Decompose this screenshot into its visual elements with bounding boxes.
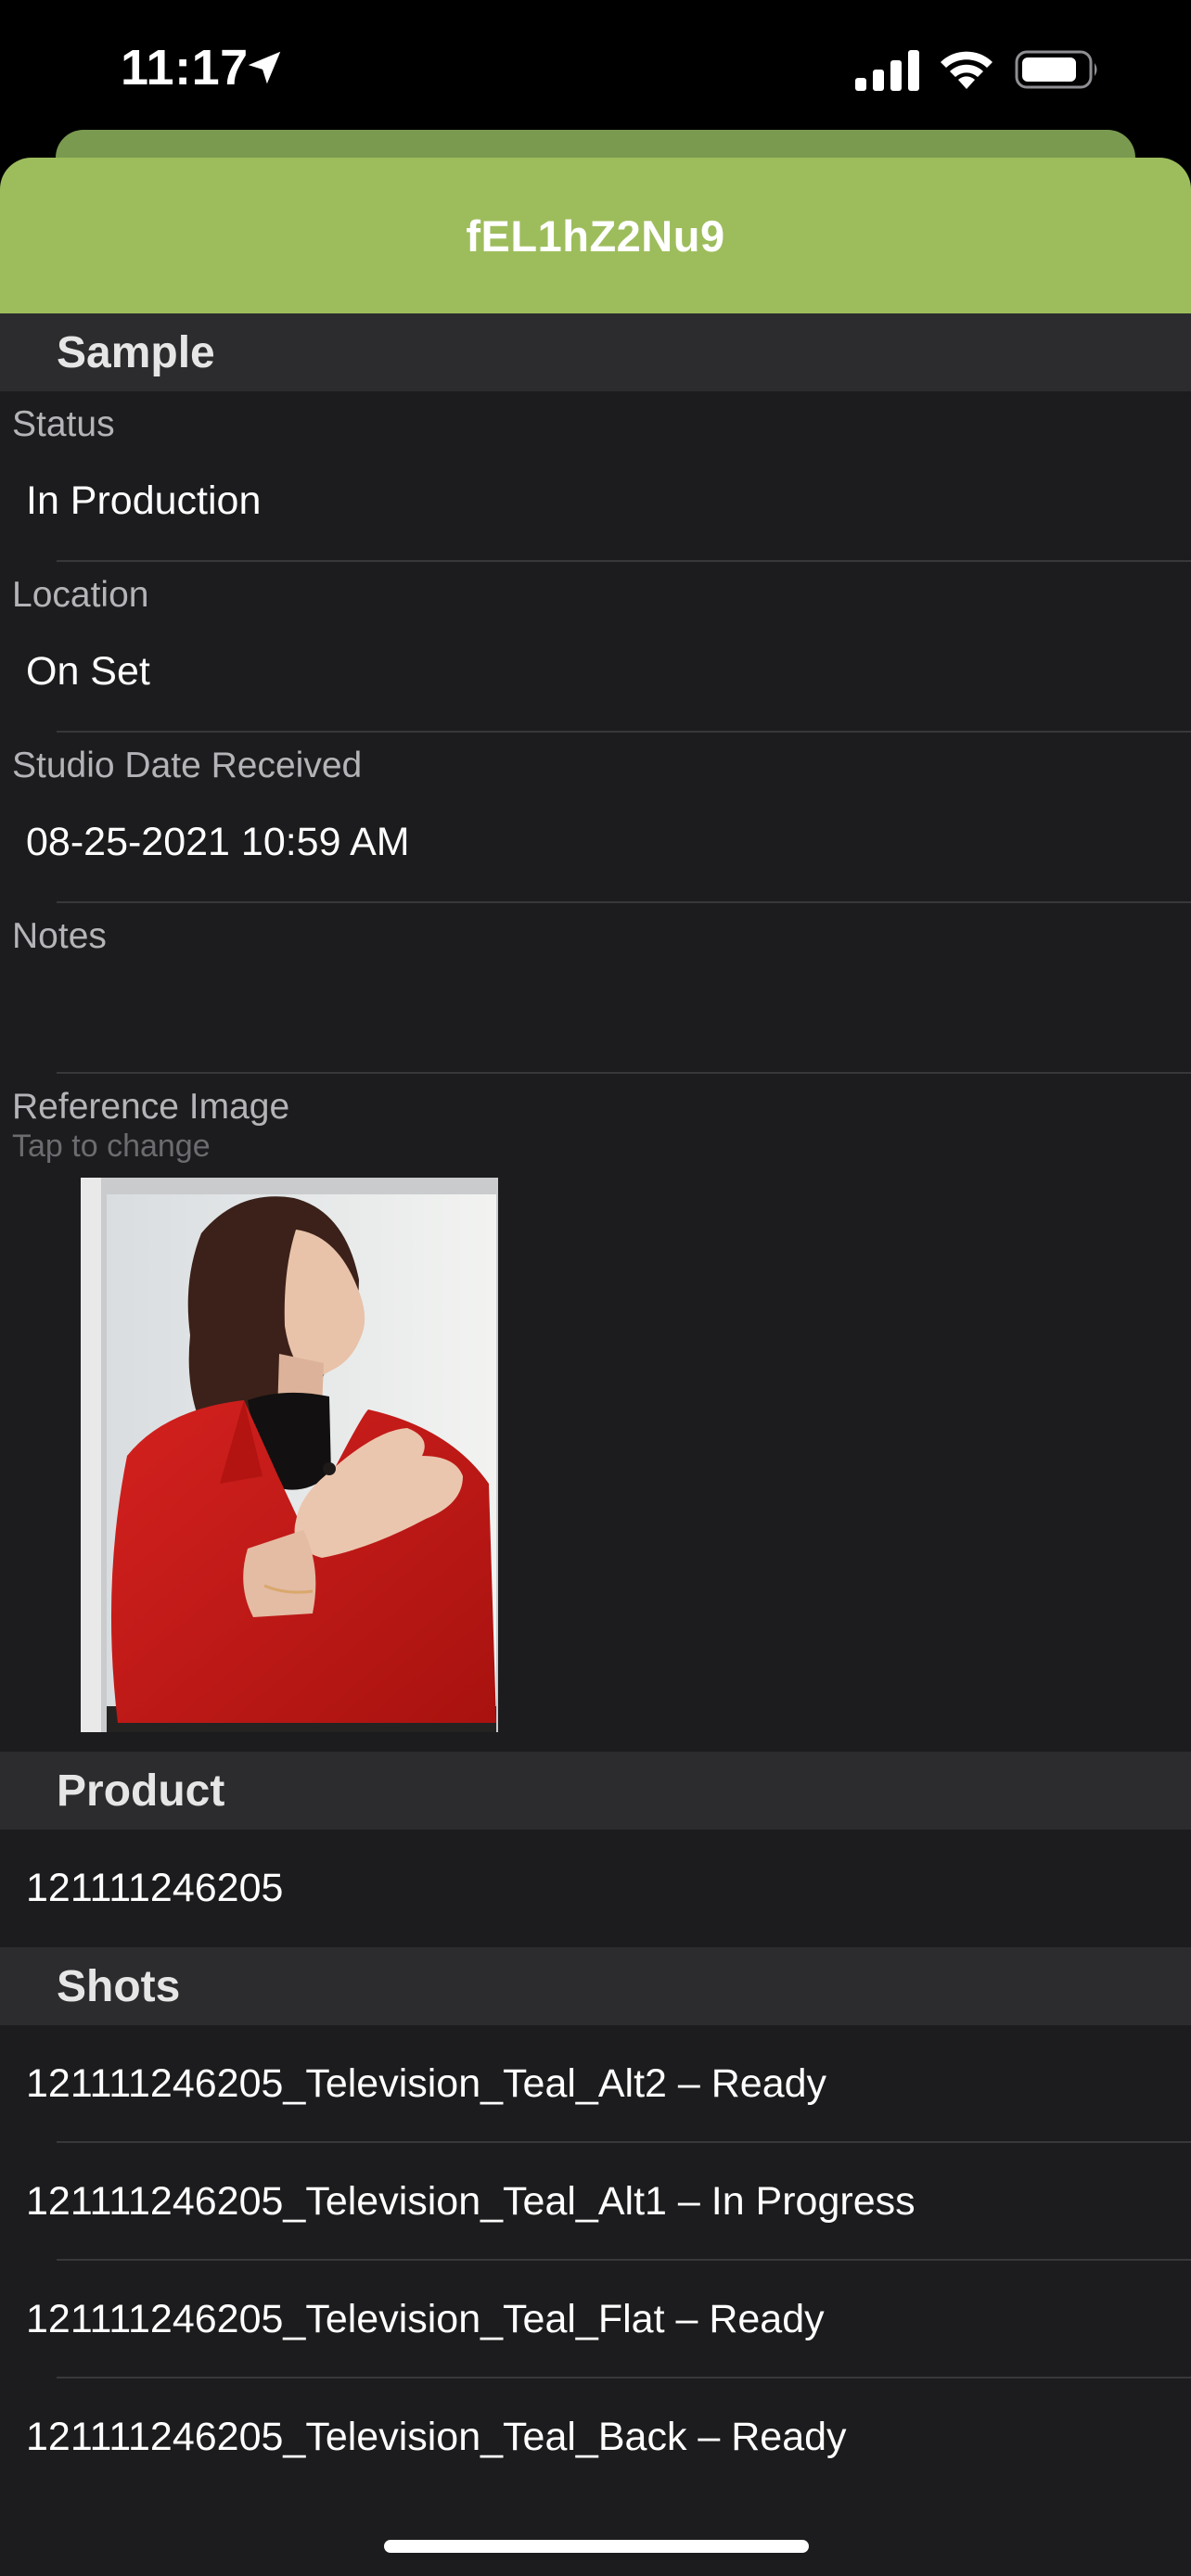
shot-label: 121111246205_Television_Teal_Back – Read… — [26, 2415, 847, 2459]
shot-row[interactable]: 121111246205_Television_Teal_Alt1 – In P… — [0, 2143, 1191, 2261]
section-header-product: Product — [0, 1752, 1191, 1830]
status-field[interactable]: Status In Production — [0, 391, 1191, 562]
wifi-icon — [941, 51, 992, 89]
section-title: Shots — [57, 1961, 181, 2011]
field-label: Status — [12, 404, 115, 444]
status-time: 11:17 — [121, 40, 249, 96]
field-label: Studio Date Received — [12, 746, 363, 785]
nav-title: fEL1hZ2Nu9 — [466, 210, 725, 261]
reference-hint: Tap to change — [12, 1129, 211, 1164]
notes-field[interactable]: Notes — [0, 903, 1191, 1074]
shot-row[interactable]: 121111246205_Television_Teal_Alt2 – Read… — [0, 2025, 1191, 2143]
product-row[interactable]: 121111246205 — [0, 1830, 1191, 1947]
date-received-field[interactable]: Studio Date Received 08-25-2021 10:59 AM — [0, 733, 1191, 903]
field-label: Location — [12, 575, 149, 615]
status-bar: 11:17 — [0, 0, 1191, 139]
field-label: Notes — [12, 916, 107, 956]
nav-header: fEL1hZ2Nu9 — [0, 158, 1191, 313]
product-id: 121111246205 — [26, 1866, 284, 1910]
shot-label: 121111246205_Television_Teal_Alt2 – Read… — [26, 2061, 827, 2106]
shot-row[interactable]: 121111246205_Television_Teal_Back – Read… — [0, 2378, 1191, 2496]
shot-label: 121111246205_Television_Teal_Alt1 – In P… — [26, 2179, 916, 2224]
section-title: Sample — [57, 327, 215, 377]
section-header-shots: Shots — [0, 1947, 1191, 2025]
shot-row[interactable]: 121111246205_Television_Teal_Flat – Read… — [0, 2261, 1191, 2378]
date-received-value: 08-25-2021 10:59 AM — [26, 820, 410, 864]
location-field[interactable]: Location On Set — [0, 562, 1191, 733]
reference-image-field: Reference Image Tap to change — [0, 1074, 1191, 1752]
screen: 11:17 fEL1hZ2Nu9 Sample Status In Produc… — [0, 0, 1191, 2576]
home-indicator[interactable] — [384, 2540, 809, 2553]
location-arrow-icon — [248, 51, 281, 84]
section-title: Product — [57, 1766, 225, 1816]
shot-label: 121111246205_Television_Teal_Flat – Read… — [26, 2297, 825, 2341]
status-value: In Production — [26, 478, 262, 523]
battery-icon — [1015, 50, 1097, 89]
cellular-signal-icon — [855, 50, 919, 91]
section-header-sample: Sample — [0, 313, 1191, 391]
detail-sheet: fEL1hZ2Nu9 Sample Status In Production L… — [0, 158, 1191, 2576]
field-label: Reference Image — [12, 1087, 290, 1127]
location-value: On Set — [26, 649, 150, 694]
reference-image[interactable] — [81, 1178, 498, 1732]
